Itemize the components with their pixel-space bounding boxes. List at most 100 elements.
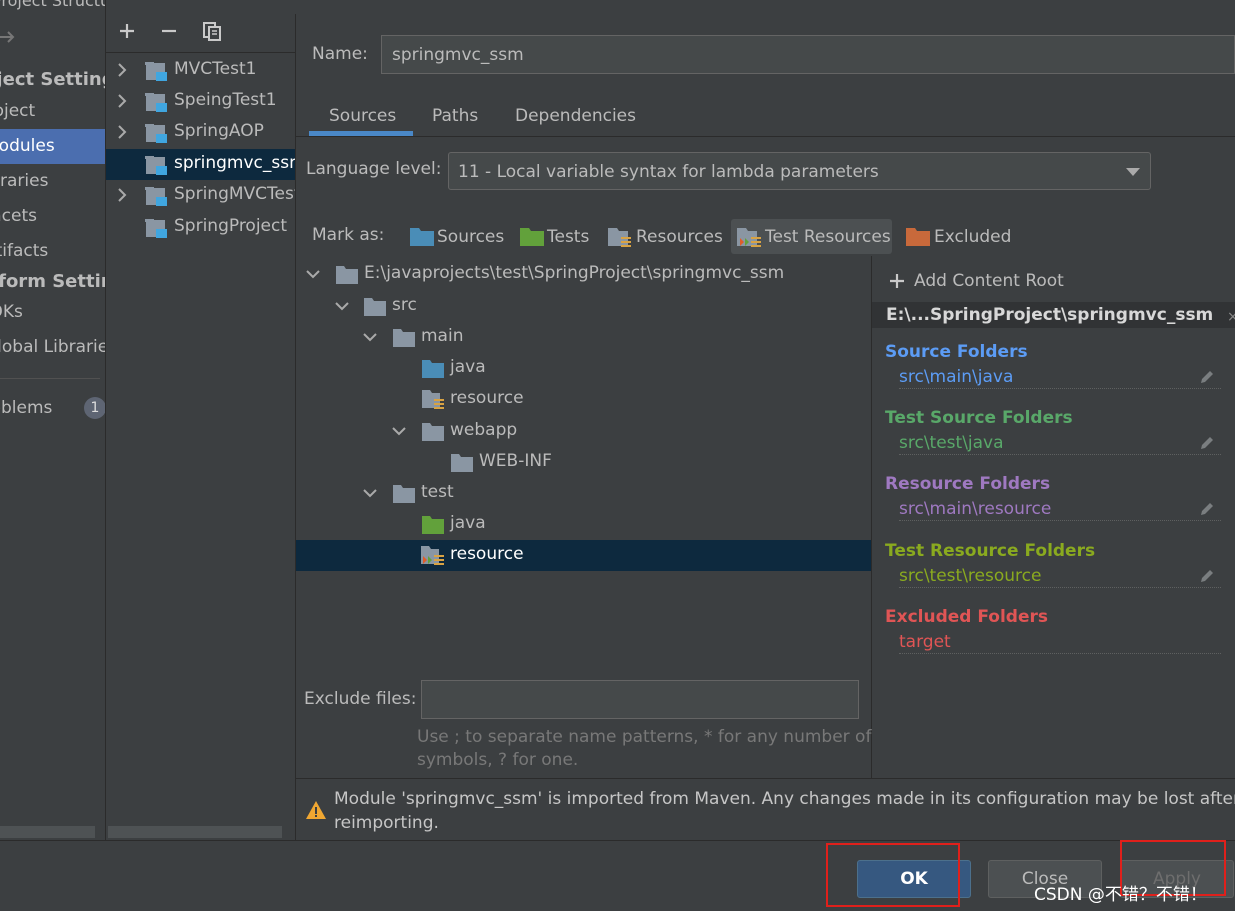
- module-icon: [145, 124, 169, 144]
- exclude-hint-line2: symbols, ? for one.: [417, 750, 579, 770]
- chevron-right-icon[interactable]: [116, 188, 128, 202]
- name-label: Name:: [312, 44, 368, 64]
- project-settings-heading: Project Settings: [0, 69, 105, 90]
- tree-row[interactable]: WEB-INF: [296, 447, 871, 478]
- folder-group-entry[interactable]: src\test\java: [899, 433, 1221, 455]
- module-row[interactable]: SpeingTest1: [106, 86, 295, 117]
- folder-group-entry[interactable]: target: [899, 632, 1221, 654]
- tree-row[interactable]: main: [296, 322, 871, 353]
- test-resource-folder-icon: [421, 546, 447, 568]
- module-icon: [145, 187, 169, 207]
- folder-group-title: Source Folders: [885, 342, 1028, 362]
- folder-icon: [393, 485, 415, 503]
- mark-test-resources-button[interactable]: Test Resources: [731, 219, 892, 254]
- tree-row[interactable]: test: [296, 478, 871, 509]
- module-row[interactable]: SpringProject: [106, 212, 295, 243]
- content-root-path: E:\...SpringProject\springmvc_ssm: [886, 305, 1214, 325]
- tree-row[interactable]: src: [296, 291, 871, 322]
- name-field-value: springmvc_ssm: [392, 45, 524, 65]
- module-row[interactable]: MVCTest1: [106, 55, 295, 86]
- resource-folder-icon: [422, 390, 446, 410]
- module-row-selected[interactable]: springmvc_ssm: [106, 149, 295, 180]
- tree-label: java: [450, 357, 486, 377]
- mark-as-label: Mark as:: [312, 225, 385, 245]
- chevron-down-icon[interactable]: [335, 301, 349, 311]
- back-arrow-icon[interactable]: [0, 28, 16, 46]
- edit-pencil-icon[interactable]: [1199, 568, 1215, 584]
- tab-dependencies[interactable]: Dependencies: [515, 106, 636, 126]
- tree-label: test: [421, 482, 454, 502]
- folder-group-value: src\main\java: [899, 367, 1014, 387]
- nav-artifacts[interactable]: Artifacts: [0, 241, 48, 261]
- module-list-scrollbar[interactable]: [108, 826, 282, 838]
- module-name: SpringMVCTest: [174, 184, 295, 204]
- pane-divider: [871, 256, 872, 778]
- content-root-header[interactable]: E:\...SpringProject\springmvc_ssm ×: [872, 302, 1235, 328]
- chevron-down-icon[interactable]: [392, 426, 406, 436]
- sidebar-scrollbar[interactable]: [0, 826, 95, 838]
- nav-sdks[interactable]: SDKs: [0, 302, 23, 322]
- dropdown-arrow-icon: [1126, 168, 1140, 176]
- tab-sources[interactable]: Sources: [329, 106, 396, 126]
- folder-group-value: src\test\java: [899, 433, 1004, 453]
- module-icon: [145, 219, 169, 239]
- chevron-down-icon[interactable]: [363, 332, 377, 342]
- tree-row[interactable]: java: [296, 509, 871, 540]
- tree-label: main: [421, 326, 464, 346]
- chevron-right-icon[interactable]: [116, 125, 128, 139]
- folder-group-title: Test Source Folders: [885, 408, 1073, 428]
- folder-group-entry[interactable]: src\test\resource: [899, 566, 1221, 588]
- tree-row[interactable]: E:\javaprojects\test\SpringProject\sprin…: [296, 259, 871, 290]
- window-title: Project Structure: [0, 0, 105, 10]
- edit-pencil-icon[interactable]: [1199, 435, 1215, 451]
- toolbar-divider: [106, 52, 295, 53]
- name-field[interactable]: springmvc_ssm: [381, 35, 1235, 74]
- warning-divider: [296, 778, 1235, 779]
- module-name: MVCTest1: [174, 59, 257, 79]
- edit-pencil-icon[interactable]: [1199, 369, 1215, 385]
- nav-global-libraries[interactable]: Global Libraries: [0, 337, 105, 357]
- problems-count-badge: 1: [84, 397, 105, 419]
- nav-problems[interactable]: Problems: [0, 398, 52, 418]
- source-folder-icon: [410, 228, 434, 246]
- platform-settings-heading: Platform Settings: [0, 271, 105, 292]
- mark-test-resources-label: Test Resources: [765, 227, 891, 247]
- module-row[interactable]: SpringMVCTest: [106, 180, 295, 211]
- folder-group-title: Excluded Folders: [885, 607, 1049, 627]
- language-level-select[interactable]: 11 - Local variable syntax for lambda pa…: [448, 152, 1151, 190]
- resource-folder-icon: [608, 228, 632, 248]
- mark-tests-label: Tests: [547, 227, 590, 247]
- edit-pencil-icon[interactable]: [1199, 501, 1215, 517]
- module-row[interactable]: SpringAOP: [106, 117, 295, 148]
- tab-paths[interactable]: Paths: [432, 106, 478, 126]
- chevron-down-icon[interactable]: [363, 488, 377, 498]
- remove-module-icon[interactable]: [160, 22, 178, 40]
- tree-row-selected[interactable]: resource: [296, 540, 871, 571]
- copy-module-icon[interactable]: [202, 21, 222, 42]
- tree-row[interactable]: webapp: [296, 416, 871, 447]
- nav-modules-label: Modules: [0, 136, 55, 156]
- nav-modules[interactable]: Modules: [0, 129, 105, 164]
- module-name: SpeingTest1: [174, 90, 277, 110]
- folder-group-value: target: [899, 632, 951, 652]
- chevron-right-icon[interactable]: [116, 63, 128, 77]
- folder-group-value: src\main\resource: [899, 499, 1052, 519]
- exclude-files-field[interactable]: [421, 680, 859, 719]
- nav-divider: [0, 378, 100, 379]
- nav-project[interactable]: Project: [0, 101, 35, 121]
- chevron-right-icon[interactable]: [116, 94, 128, 108]
- chevron-down-icon[interactable]: [306, 269, 320, 279]
- tree-row[interactable]: resource: [296, 384, 871, 415]
- settings-sidebar: Project Structure Project Settings Proje…: [0, 0, 105, 840]
- tree-row[interactable]: java: [296, 353, 871, 384]
- warning-icon: [305, 800, 327, 820]
- folder-group-entry[interactable]: src\main\java: [899, 367, 1221, 389]
- warning-line1: Module 'springmvc_ssm' is imported from …: [334, 789, 1235, 809]
- folder-icon: [451, 454, 473, 472]
- tree-label: java: [450, 513, 486, 533]
- remove-root-icon[interactable]: ×: [1227, 309, 1235, 325]
- nav-facets[interactable]: Facets: [0, 206, 37, 226]
- add-module-icon[interactable]: [118, 22, 136, 40]
- folder-group-entry[interactable]: src\main\resource: [899, 499, 1221, 521]
- nav-libraries[interactable]: Libraries: [0, 171, 48, 191]
